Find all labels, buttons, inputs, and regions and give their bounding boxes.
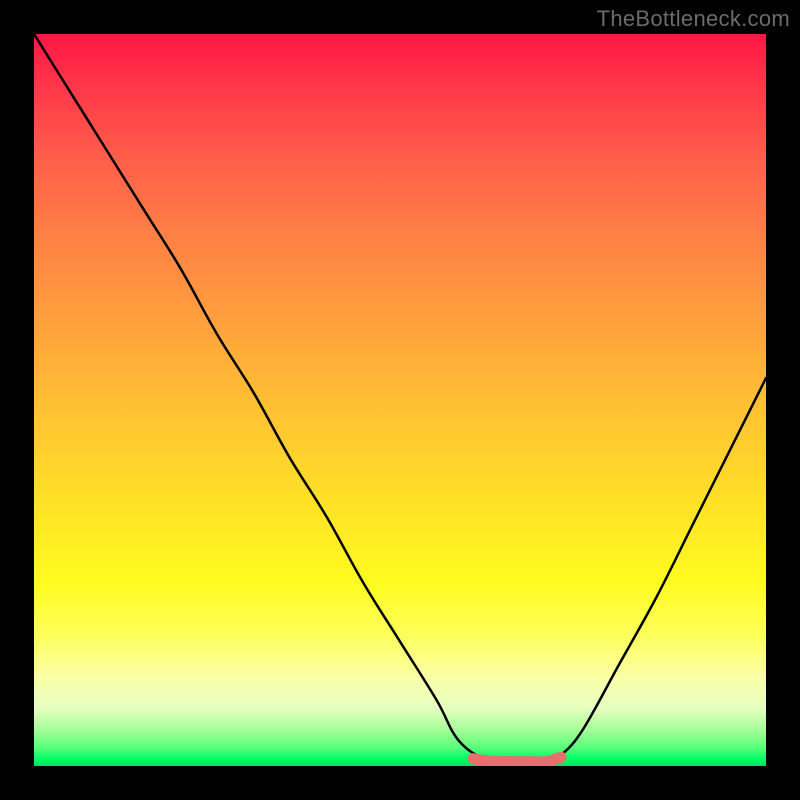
optimal-band-marker	[473, 757, 561, 762]
bottleneck-curve	[34, 34, 766, 762]
chart-svg	[34, 34, 766, 766]
chart-frame: TheBottleneck.com	[0, 0, 800, 800]
watermark-text: TheBottleneck.com	[597, 6, 790, 32]
plot-area	[34, 34, 766, 766]
